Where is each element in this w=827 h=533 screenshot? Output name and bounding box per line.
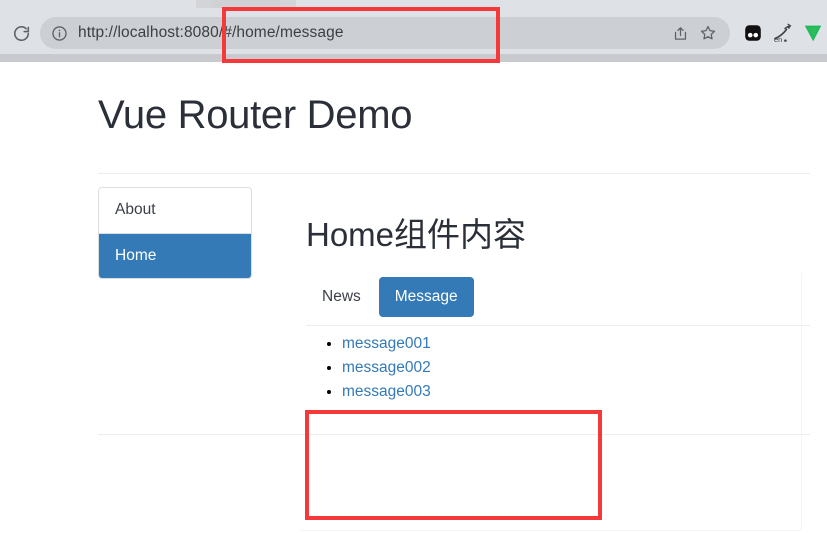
sidebar: About Home [98,187,252,280]
tab-news[interactable]: News [306,277,377,318]
browser-tab-inner [212,0,280,8]
message-link-002[interactable]: message002 [342,359,431,376]
page-viewport: Vue Router Demo About Home Home组件内容 News [0,62,827,533]
share-icon[interactable] [666,19,694,47]
green-checkmark-extension-icon[interactable] [798,18,827,48]
tab-message[interactable]: Message [378,276,474,318]
list-item[interactable]: message002 [342,356,810,380]
message-list: message001 message002 message003 [306,326,810,410]
list-item[interactable]: message003 [342,380,810,404]
message-link-003[interactable]: message003 [342,383,431,400]
extension-icons: en [738,17,827,49]
tab-message-label[interactable]: Message [378,276,474,318]
header-divider [98,173,810,174]
list-item[interactable]: message001 [342,332,810,356]
reload-button[interactable] [6,18,36,48]
toolbar-bottom-edge [0,54,827,62]
browser-chrome: http://localhost:8080/#/home/message en [0,0,827,62]
svg-text:en: en [774,35,782,44]
input-method-extension-icon[interactable]: en [768,18,798,48]
page-title: Vue Router Demo [98,93,413,137]
bookmark-star-icon[interactable] [694,19,722,47]
tab-strip [0,0,827,8]
site-info-icon[interactable] [44,18,74,48]
content-area: Home组件内容 News Message message00 [306,187,810,410]
page-header: Vue Router Demo [98,93,810,182]
reload-icon [12,24,31,43]
message-detail-outlet [310,478,600,533]
sidebar-list-group: About Home [98,187,252,280]
content-heading: Home组件内容 [306,216,527,253]
dark-reader-extension-icon[interactable] [738,18,768,48]
browser-toolbar: http://localhost:8080/#/home/message en [0,8,827,54]
sidebar-item-home[interactable]: Home [99,233,251,279]
screenshot-root: http://localhost:8080/#/home/message en … [0,0,827,533]
sidebar-item-about[interactable]: About [99,188,251,234]
tab-bar: News Message [306,276,810,318]
tab-panel-message: message001 message002 message003 [306,325,810,410]
message-link-001[interactable]: message001 [342,335,431,352]
address-bar[interactable]: http://localhost:8080/#/home/message [40,17,730,49]
omnibox-actions [666,19,722,47]
address-bar-url[interactable]: http://localhost:8080/#/home/message [78,24,666,42]
detail-outlet-divider [98,434,810,435]
tab-news-label[interactable]: News [306,277,377,318]
tab-bar-wrapper: News Message [306,276,810,318]
